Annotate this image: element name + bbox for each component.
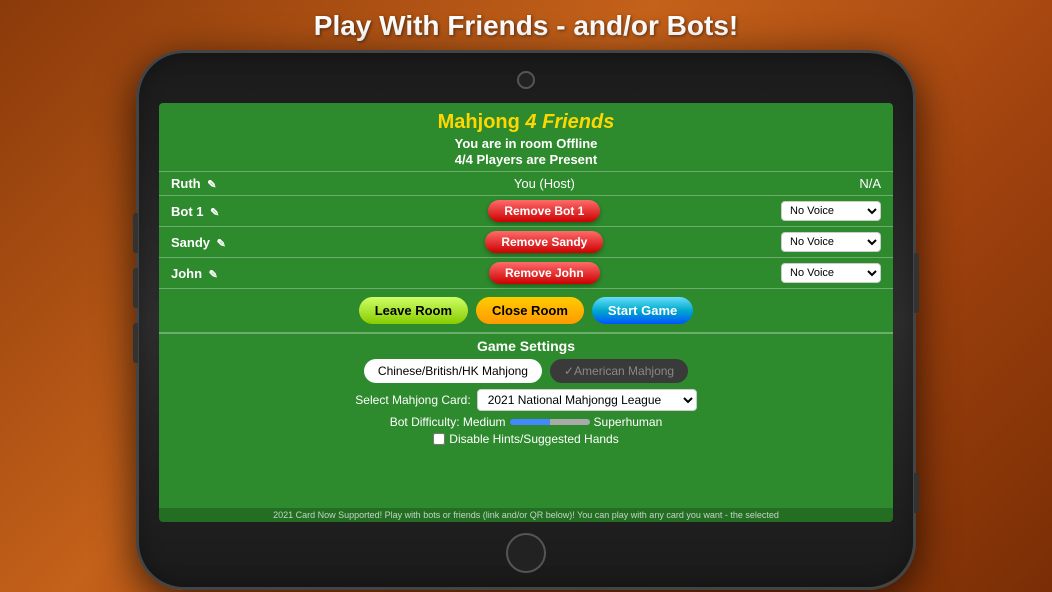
- players-table: Ruth ✎ You (Host) N/A Bot 1 ✎: [159, 171, 893, 289]
- bottom-note: 2021 Card Now Supported! Play with bots …: [159, 508, 893, 522]
- player-action-ruth: You (Host): [416, 172, 673, 196]
- edit-icon-bot1[interactable]: ✎: [210, 206, 219, 219]
- player-name-sandy: Sandy ✎: [159, 227, 416, 258]
- card-select-row: Select Mahjong Card: 2021 National Mahjo…: [355, 389, 696, 411]
- phone-body: SAMSUNG Mahjong 4 Friends You are in roo…: [136, 50, 916, 590]
- player-extra-bot1: No Voice Voice 1 Voice 2: [673, 196, 893, 227]
- leave-room-button[interactable]: Leave Room: [359, 297, 468, 324]
- player-name-ruth: Ruth ✎: [159, 172, 416, 196]
- table-row: Sandy ✎ Remove Sandy No Voice Voice 1 Vo…: [159, 227, 893, 258]
- app-title-italic: 4 Friends: [520, 111, 614, 133]
- remove-sandy-button[interactable]: Remove Sandy: [485, 231, 603, 253]
- difficulty-slider[interactable]: [510, 419, 590, 425]
- difficulty-label: Bot Difficulty: Medium: [390, 415, 506, 429]
- difficulty-row: Bot Difficulty: Medium Superhuman: [390, 415, 663, 429]
- edit-icon-john[interactable]: ✎: [209, 268, 218, 281]
- game-mode-buttons: Chinese/British/HK Mahjong ✓American Mah…: [364, 359, 688, 383]
- card-dropdown[interactable]: 2021 National Mahjongg League 2020 Natio…: [477, 389, 697, 411]
- chinese-mahjong-button[interactable]: Chinese/British/HK Mahjong: [364, 359, 542, 383]
- table-row: John ✎ Remove John No Voice Voice 1 Voic…: [159, 258, 893, 289]
- player-action-bot1: Remove Bot 1: [416, 196, 673, 227]
- hints-label: Disable Hints/Suggested Hands: [449, 432, 618, 446]
- power-button: [914, 253, 919, 313]
- difficulty-max-label: Superhuman: [594, 415, 663, 429]
- na-label: N/A: [859, 176, 881, 191]
- hints-row: Disable Hints/Suggested Hands: [433, 432, 618, 446]
- voice-select-bot1[interactable]: No Voice Voice 1 Voice 2: [781, 201, 881, 221]
- card-label: Select Mahjong Card:: [355, 393, 470, 407]
- player-extra-john: No Voice Voice 1 Voice 2: [673, 258, 893, 289]
- app-title: Mahjong 4 Friends: [438, 111, 615, 134]
- app-title-main: Mahjong: [438, 111, 520, 133]
- front-camera: [517, 71, 535, 89]
- edit-icon-ruth[interactable]: ✎: [207, 178, 216, 191]
- home-button[interactable]: [506, 533, 546, 573]
- edit-icon-sandy[interactable]: ✎: [217, 237, 226, 250]
- start-game-button[interactable]: Start Game: [592, 297, 693, 324]
- app-content: Mahjong 4 Friends You are in room Offlin…: [159, 103, 893, 522]
- settings-section: Game Settings Chinese/British/HK Mahjong…: [159, 332, 893, 446]
- player-name-john: John ✎: [159, 258, 416, 289]
- player-name-bot1: Bot 1 ✎: [159, 196, 416, 227]
- player-extra-sandy: No Voice Voice 1 Voice 2: [673, 227, 893, 258]
- player-action-sandy: Remove Sandy: [416, 227, 673, 258]
- close-room-button[interactable]: Close Room: [476, 297, 584, 324]
- remove-bot1-button[interactable]: Remove Bot 1: [488, 200, 600, 222]
- disable-hints-checkbox[interactable]: [433, 433, 445, 445]
- player-extra-ruth: N/A: [673, 172, 893, 196]
- settings-title: Game Settings: [477, 338, 575, 354]
- phone-wrapper: SAMSUNG Mahjong 4 Friends You are in roo…: [136, 50, 916, 590]
- camera-button: [133, 323, 138, 363]
- remove-john-button[interactable]: Remove John: [489, 262, 600, 284]
- volume-up-button: [133, 213, 138, 253]
- voice-select-john[interactable]: No Voice Voice 1 Voice 2: [781, 263, 881, 283]
- voice-select-sandy[interactable]: No Voice Voice 1 Voice 2: [781, 232, 881, 252]
- page-title: Play With Friends - and/or Bots!: [314, 10, 738, 42]
- bixby-button: [914, 473, 919, 513]
- players-subtitle: 4/4 Players are Present: [455, 152, 597, 167]
- table-row: Bot 1 ✎ Remove Bot 1 No Voice Voice 1 Vo…: [159, 196, 893, 227]
- player-action-john: Remove John: [416, 258, 673, 289]
- action-buttons: Leave Room Close Room Start Game: [359, 297, 694, 324]
- volume-down-button: [133, 268, 138, 308]
- american-mahjong-button[interactable]: ✓American Mahjong: [550, 359, 688, 383]
- table-row: Ruth ✎ You (Host) N/A: [159, 172, 893, 196]
- room-subtitle: You are in room Offline: [455, 136, 598, 151]
- phone-screen: Mahjong 4 Friends You are in room Offlin…: [159, 103, 893, 522]
- host-label: You (Host): [514, 176, 575, 191]
